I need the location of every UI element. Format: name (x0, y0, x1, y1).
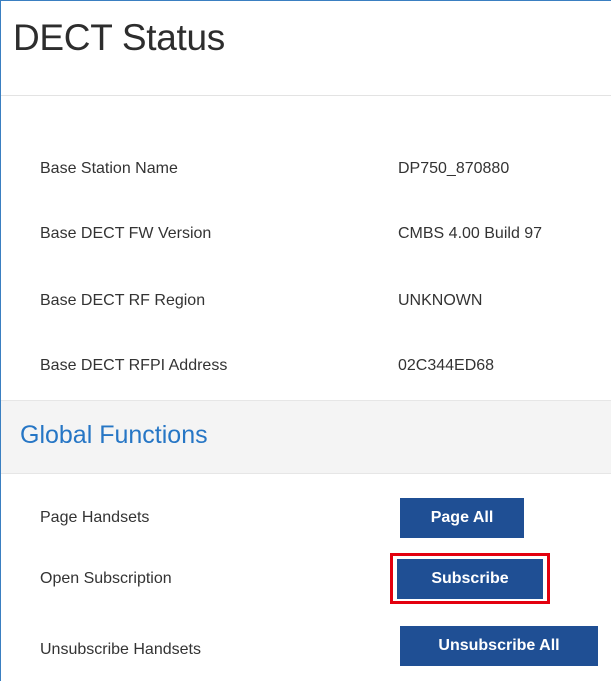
unsubscribe-all-button[interactable]: Unsubscribe All (400, 626, 598, 666)
base-dect-fw-version-value: CMBS 4.00 Build 97 (398, 225, 543, 242)
open-subscription-label: Open Subscription (40, 570, 172, 587)
page-all-button[interactable]: Page All (400, 498, 524, 538)
page-title: DECT Status (13, 17, 225, 58)
global-functions-title: Global Functions (20, 421, 208, 449)
base-dect-rfpi-address-label: Base DECT RFPI Address (40, 357, 228, 374)
base-dect-rf-region-label: Base DECT RF Region (40, 292, 206, 309)
title-bar: DECT Status (1, 1, 611, 96)
base-station-name-label: Base Station Name (40, 160, 178, 177)
page-handsets-label: Page Handsets (40, 509, 150, 526)
unsubscribe-handsets-label: Unsubscribe Handsets (40, 641, 201, 658)
base-station-name-value: DP750_870880 (398, 160, 510, 177)
base-dect-fw-version-label: Base DECT FW Version (40, 225, 212, 242)
base-dect-rf-region-value: UNKNOWN (398, 292, 483, 309)
subscribe-highlight-box (390, 553, 550, 604)
base-dect-rfpi-address-value: 02C344ED68 (398, 357, 495, 374)
global-functions-header: Global Functions (1, 400, 611, 474)
